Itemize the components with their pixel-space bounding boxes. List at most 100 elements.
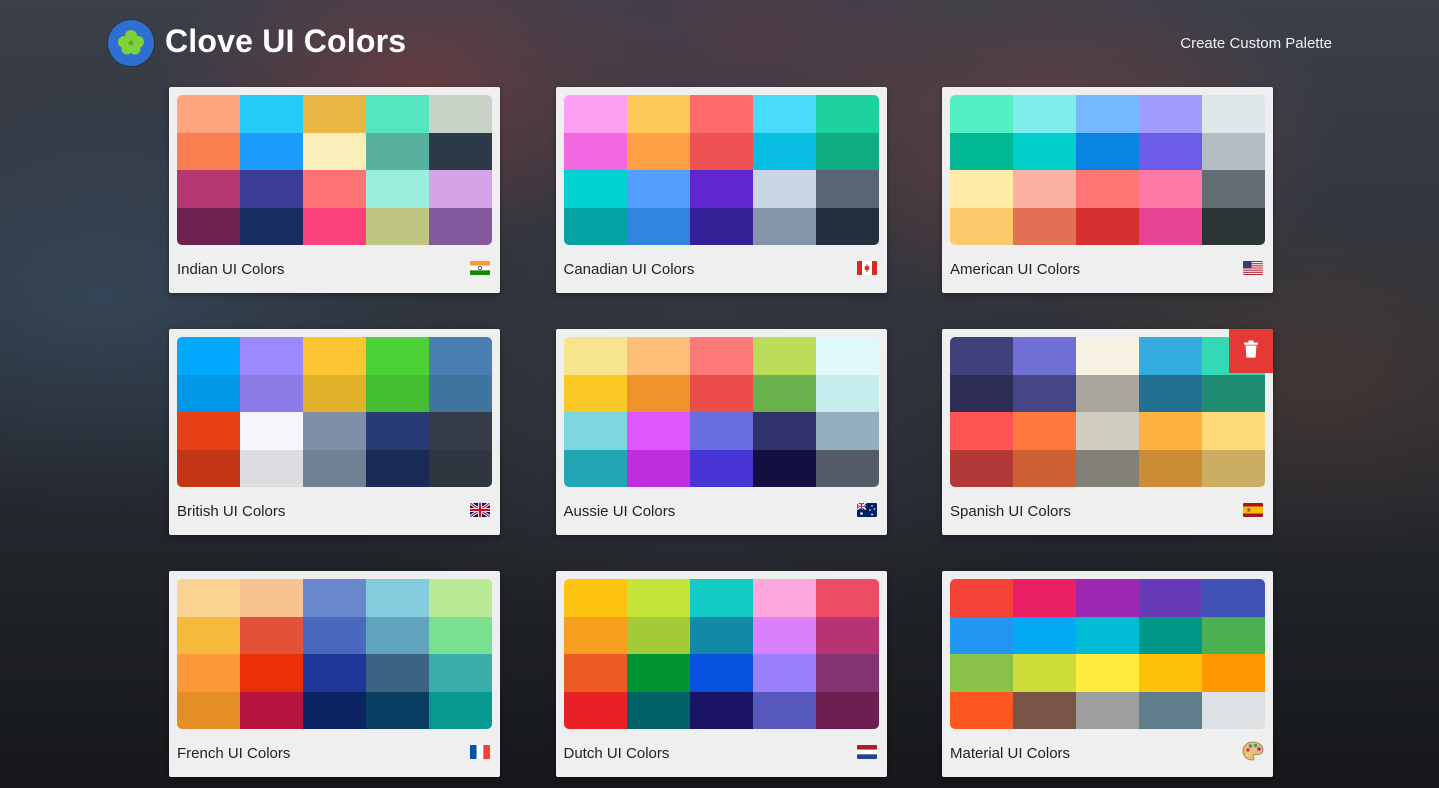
color-swatch[interactable] — [752, 337, 816, 375]
color-swatch[interactable] — [1139, 337, 1202, 375]
color-swatch[interactable] — [563, 654, 627, 692]
color-swatch[interactable] — [752, 654, 816, 692]
color-swatch[interactable] — [950, 691, 1013, 729]
color-swatch[interactable] — [1139, 449, 1202, 487]
color-swatch[interactable] — [563, 207, 627, 245]
color-swatch[interactable] — [1139, 95, 1202, 133]
color-swatch[interactable] — [752, 691, 816, 729]
color-swatch[interactable] — [752, 132, 816, 170]
color-swatch[interactable] — [563, 132, 627, 170]
color-swatch[interactable] — [1202, 95, 1265, 133]
color-swatch[interactable] — [950, 579, 1013, 617]
palette-swatches[interactable] — [177, 579, 492, 729]
color-swatch[interactable] — [626, 449, 690, 487]
palette-swatches[interactable] — [563, 95, 879, 245]
color-swatch[interactable] — [1076, 616, 1139, 654]
delete-palette-button[interactable] — [1229, 329, 1273, 373]
color-swatch[interactable] — [689, 337, 753, 375]
color-swatch[interactable] — [429, 170, 492, 208]
color-swatch[interactable] — [177, 654, 240, 692]
color-swatch[interactable] — [1076, 207, 1139, 245]
color-swatch[interactable] — [366, 449, 429, 487]
color-swatch[interactable] — [1139, 654, 1202, 692]
color-swatch[interactable] — [303, 337, 366, 375]
palette-swatches[interactable] — [950, 337, 1265, 487]
color-swatch[interactable] — [815, 654, 879, 692]
color-swatch[interactable] — [366, 132, 429, 170]
color-swatch[interactable] — [752, 449, 816, 487]
color-swatch[interactable] — [240, 449, 303, 487]
color-swatch[interactable] — [563, 95, 627, 133]
color-swatch[interactable] — [689, 449, 753, 487]
color-swatch[interactable] — [366, 691, 429, 729]
color-swatch[interactable] — [240, 616, 303, 654]
color-swatch[interactable] — [240, 579, 303, 617]
color-swatch[interactable] — [303, 579, 366, 617]
app-title[interactable]: Clove UI Colors — [165, 20, 406, 62]
color-swatch[interactable] — [1013, 170, 1076, 208]
color-swatch[interactable] — [240, 207, 303, 245]
palette-swatches[interactable] — [177, 337, 492, 487]
color-swatch[interactable] — [1202, 170, 1265, 208]
color-swatch[interactable] — [1202, 412, 1265, 450]
color-swatch[interactable] — [303, 654, 366, 692]
color-swatch[interactable] — [303, 616, 366, 654]
color-swatch[interactable] — [1013, 207, 1076, 245]
palette-swatches[interactable] — [950, 95, 1265, 245]
color-swatch[interactable] — [366, 412, 429, 450]
color-swatch[interactable] — [752, 374, 816, 412]
color-swatch[interactable] — [689, 616, 753, 654]
color-swatch[interactable] — [429, 337, 492, 375]
color-swatch[interactable] — [689, 207, 753, 245]
color-swatch[interactable] — [1013, 337, 1076, 375]
color-swatch[interactable] — [303, 691, 366, 729]
color-swatch[interactable] — [1013, 95, 1076, 133]
color-swatch[interactable] — [1076, 337, 1139, 375]
color-swatch[interactable] — [1076, 95, 1139, 133]
color-swatch[interactable] — [177, 95, 240, 133]
color-swatch[interactable] — [1013, 412, 1076, 450]
color-swatch[interactable] — [1202, 579, 1265, 617]
color-swatch[interactable] — [626, 132, 690, 170]
color-swatch[interactable] — [626, 374, 690, 412]
color-swatch[interactable] — [429, 654, 492, 692]
color-swatch[interactable] — [303, 170, 366, 208]
color-swatch[interactable] — [1139, 374, 1202, 412]
color-swatch[interactable] — [1013, 691, 1076, 729]
palette-card[interactable]: Dutch UI Colors — [555, 571, 887, 777]
color-swatch[interactable] — [240, 95, 303, 133]
color-swatch[interactable] — [1139, 207, 1202, 245]
color-swatch[interactable] — [177, 207, 240, 245]
color-swatch[interactable] — [1202, 374, 1265, 412]
color-swatch[interactable] — [815, 449, 879, 487]
color-swatch[interactable] — [815, 691, 879, 729]
color-swatch[interactable] — [626, 95, 690, 133]
color-swatch[interactable] — [950, 449, 1013, 487]
color-swatch[interactable] — [240, 654, 303, 692]
color-swatch[interactable] — [1076, 691, 1139, 729]
palette-card[interactable]: Spanish UI Colors — [942, 329, 1273, 535]
color-swatch[interactable] — [303, 207, 366, 245]
color-swatch[interactable] — [177, 412, 240, 450]
color-swatch[interactable] — [1202, 132, 1265, 170]
color-swatch[interactable] — [563, 412, 627, 450]
color-swatch[interactable] — [429, 691, 492, 729]
color-swatch[interactable] — [1013, 654, 1076, 692]
color-swatch[interactable] — [752, 616, 816, 654]
color-swatch[interactable] — [303, 95, 366, 133]
color-swatch[interactable] — [689, 95, 753, 133]
color-swatch[interactable] — [1013, 616, 1076, 654]
color-swatch[interactable] — [815, 95, 879, 133]
color-swatch[interactable] — [815, 579, 879, 617]
color-swatch[interactable] — [1139, 616, 1202, 654]
color-swatch[interactable] — [1013, 449, 1076, 487]
color-swatch[interactable] — [366, 95, 429, 133]
color-swatch[interactable] — [429, 132, 492, 170]
palette-swatches[interactable] — [563, 337, 879, 487]
color-swatch[interactable] — [303, 132, 366, 170]
palette-swatches[interactable] — [563, 579, 879, 729]
color-swatch[interactable] — [429, 95, 492, 133]
color-swatch[interactable] — [815, 616, 879, 654]
color-swatch[interactable] — [240, 412, 303, 450]
color-swatch[interactable] — [950, 207, 1013, 245]
